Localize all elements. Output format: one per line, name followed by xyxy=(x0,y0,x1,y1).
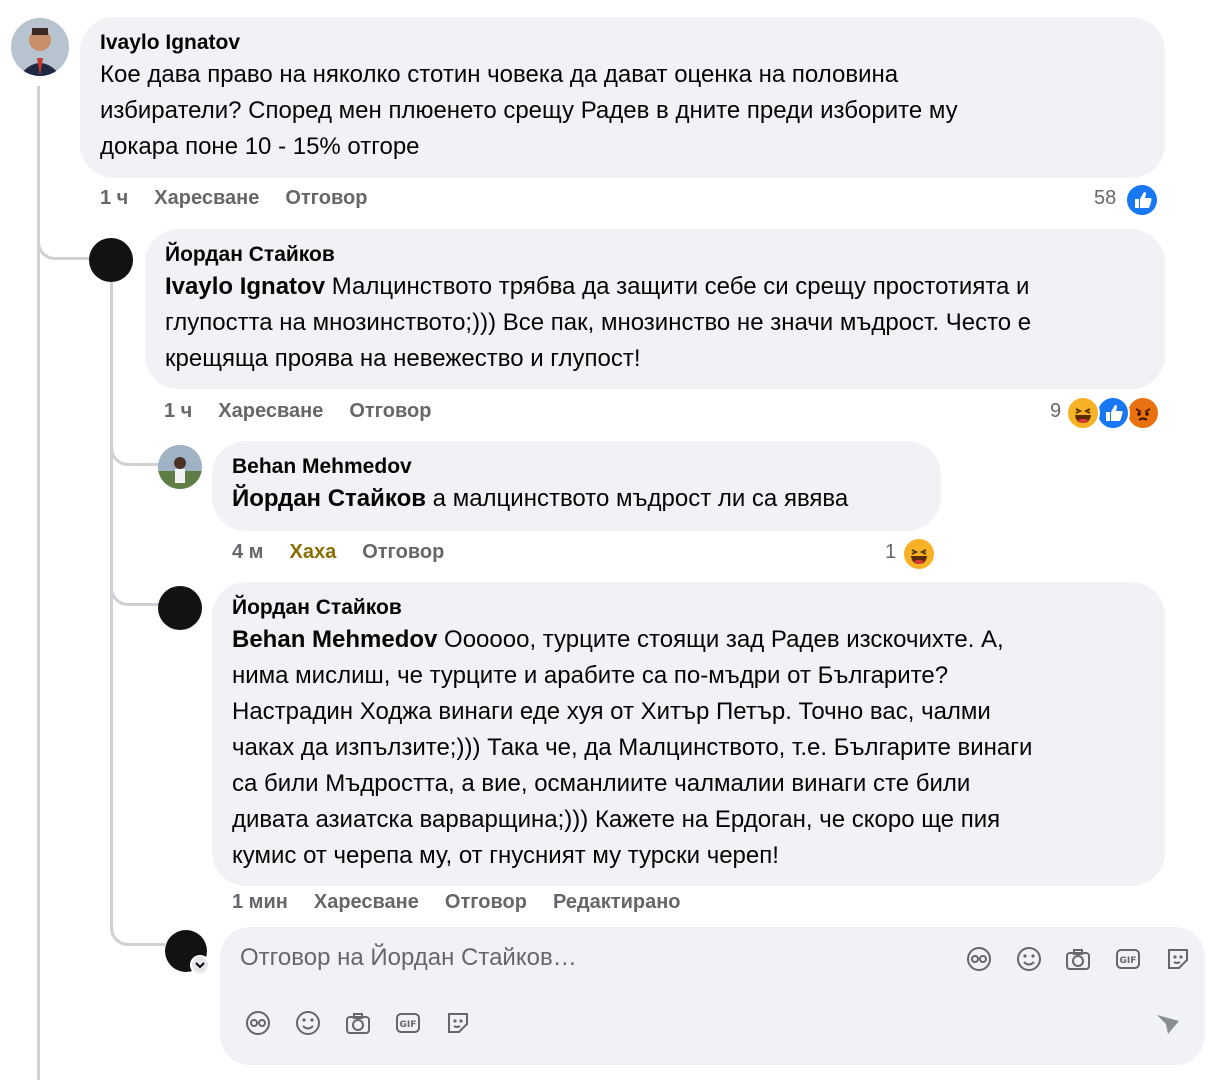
comment-time[interactable]: 4 м xyxy=(232,541,263,563)
sticker-icon[interactable] xyxy=(1164,945,1192,973)
comment-bubble: Ivaylo Ignatov Кое дава право на няколко… xyxy=(80,17,1165,178)
avatar[interactable] xyxy=(89,238,133,282)
like-button[interactable]: Харесване xyxy=(154,187,259,209)
sticker-icon[interactable] xyxy=(444,1009,472,1037)
mention-link[interactable]: Йордан Стайков xyxy=(232,485,426,512)
avatar[interactable] xyxy=(158,445,202,489)
thread-connector xyxy=(110,910,165,946)
comment-bubble: Йордан Стайков Behan Mehmedov Ооoooo, ту… xyxy=(212,582,1165,886)
mention-link[interactable]: Behan Mehmedov xyxy=(232,626,437,653)
reply-button[interactable]: Отговор xyxy=(349,400,431,422)
reaction-count[interactable]: 9 xyxy=(1050,400,1061,423)
reply-button[interactable]: Отговор xyxy=(285,187,367,209)
camera-icon[interactable] xyxy=(344,1009,372,1037)
avatar-dropdown-chevron-icon[interactable] xyxy=(190,955,210,975)
gif-icon[interactable]: GIF xyxy=(1114,945,1142,973)
haha-reaction-icon xyxy=(902,537,936,571)
svg-text:GIF: GIF xyxy=(400,1020,417,1030)
comment-actions: 1 ч Харесване Отговор xyxy=(100,187,393,210)
avatar-sticker-icon[interactable] xyxy=(244,1009,272,1037)
composer-placeholder[interactable]: Отговор на Йордан Стайков… xyxy=(240,944,577,972)
comment-text: Кое дава право на няколко стотин човека … xyxy=(100,61,958,160)
comment-actions: 1 ч Харесване Отговор xyxy=(164,400,457,423)
reaction-count[interactable]: 58 xyxy=(1094,187,1116,210)
like-button[interactable]: Харесване xyxy=(314,891,419,913)
haha-reaction-icon xyxy=(1066,396,1100,430)
comment-time[interactable]: 1 ч xyxy=(164,400,192,422)
comment-time[interactable]: 1 ч xyxy=(100,187,128,209)
comment-author[interactable]: Йордан Стайков xyxy=(165,241,1145,269)
comment-author[interactable]: Behan Mehmedov xyxy=(232,453,921,481)
comment-text: Behan Mehmedov Ооoooo, турците стоящи за… xyxy=(232,626,1033,869)
svg-text:GIF: GIF xyxy=(1120,956,1137,966)
like-reaction-icon xyxy=(1125,183,1159,217)
reply-button[interactable]: Отговор xyxy=(362,541,444,563)
reply-button[interactable]: Отговор xyxy=(445,891,527,913)
thread-connector xyxy=(37,210,89,260)
like-reaction-icon xyxy=(1096,396,1130,430)
comment-actions: 1 мин Харесване Отговор Редактирано xyxy=(232,891,707,914)
send-icon[interactable] xyxy=(1154,1009,1182,1037)
comment-actions: 4 м Хаха Отговор xyxy=(232,541,470,564)
thread-connector xyxy=(110,430,160,466)
emoji-icon[interactable] xyxy=(1015,945,1043,973)
mention-link[interactable]: Ivaylo Ignatov xyxy=(165,273,325,300)
haha-reacted-button[interactable]: Хаха xyxy=(289,541,336,563)
avatar[interactable] xyxy=(11,18,69,76)
emoji-icon[interactable] xyxy=(294,1009,322,1037)
thread-connector xyxy=(110,570,160,606)
camera-icon[interactable] xyxy=(1064,945,1092,973)
avatar[interactable] xyxy=(158,586,202,630)
angry-reaction-icon xyxy=(1126,396,1160,430)
comment-author[interactable]: Йордан Стайков xyxy=(232,594,1145,622)
comment-text: Ivaylo Ignatov Малцинството трябва да за… xyxy=(165,273,1032,372)
avatar-sticker-icon[interactable] xyxy=(965,945,993,973)
comment-time[interactable]: 1 мин xyxy=(232,891,288,913)
comment-bubble: Behan Mehmedov Йордан Стайков а малцинст… xyxy=(212,441,941,531)
comment-text: Йордан Стайков а малцинството мъдрост ли… xyxy=(232,485,849,512)
reaction-count[interactable]: 1 xyxy=(885,541,896,564)
comment-author[interactable]: Ivaylo Ignatov xyxy=(100,29,1145,57)
like-button[interactable]: Харесване xyxy=(218,400,323,422)
comment-bubble: Йордан Стайков Ivaylo Ignatov Малцинство… xyxy=(145,229,1165,389)
edited-label[interactable]: Редактирано xyxy=(553,891,681,913)
gif-icon[interactable]: GIF xyxy=(394,1009,422,1037)
